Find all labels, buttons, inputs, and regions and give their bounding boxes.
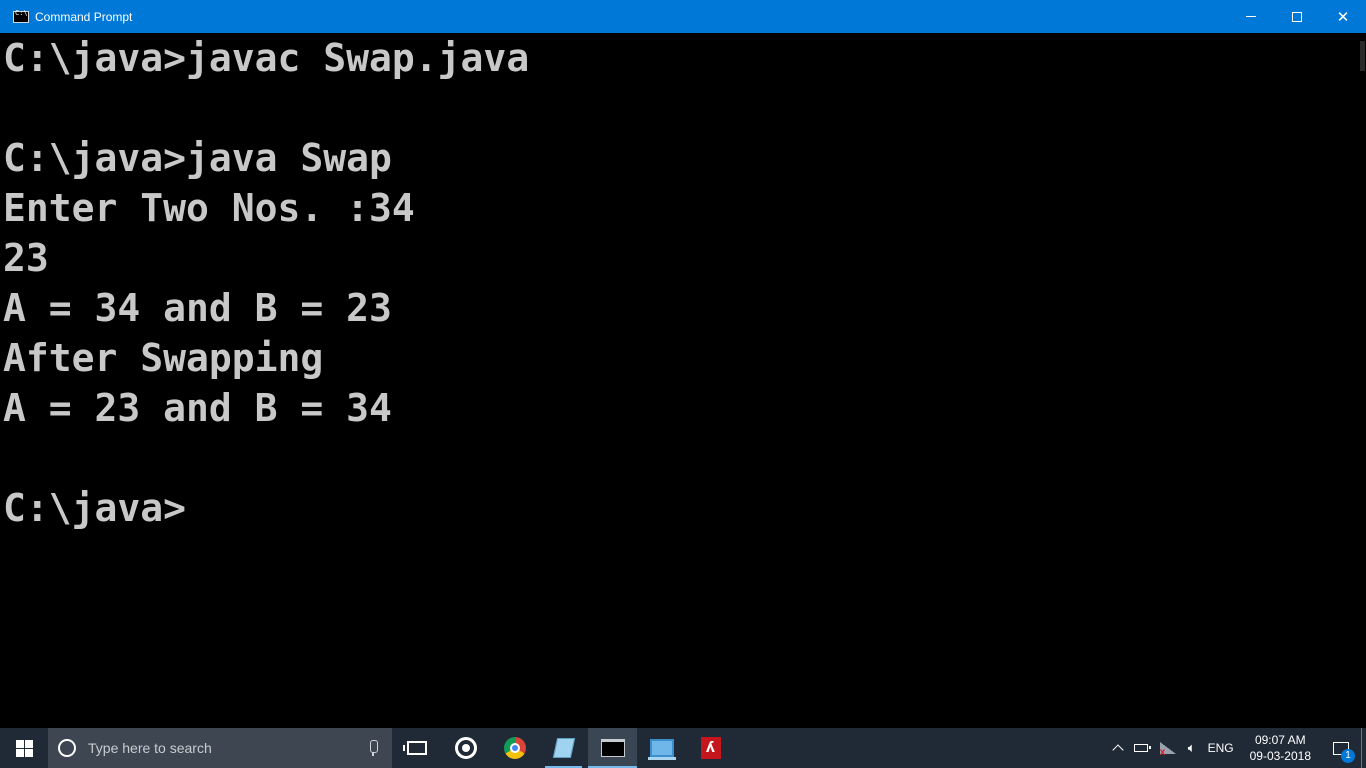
this-pc-icon — [647, 739, 676, 760]
taskbar-app-acrobat[interactable]: ʎ — [686, 728, 735, 768]
maximize-icon — [1292, 11, 1302, 22]
taskbar-app-this-pc[interactable] — [637, 728, 686, 768]
taskbar-app-command-prompt[interactable] — [588, 728, 637, 768]
battery-icon — [1133, 744, 1151, 752]
cortana-ring-icon — [454, 737, 477, 759]
taskbar-app-cortana[interactable] — [441, 728, 490, 768]
console-line: A = 34 and B = 23 — [3, 286, 392, 330]
minimize-icon — [1246, 16, 1256, 17]
close-icon: ✕ — [1336, 7, 1350, 26]
console-line: A = 23 and B = 34 — [3, 386, 392, 430]
scrollbar-thumb[interactable] — [1360, 41, 1365, 71]
maximize-button[interactable] — [1274, 0, 1320, 33]
window-title: Command Prompt — [35, 9, 133, 24]
notepad-icon — [552, 738, 575, 758]
taskbar-search-box[interactable]: Type here to search — [48, 728, 392, 768]
minimize-button[interactable] — [1228, 0, 1274, 33]
volume-button[interactable]: 🔈︎ — [1182, 728, 1202, 768]
console-line: 23 — [3, 236, 49, 280]
taskbar: Type here to search ʎ 🔈︎ ENG — [0, 728, 1366, 768]
language-indicator: ENG — [1207, 741, 1234, 755]
taskbar-app-notepad[interactable] — [539, 728, 588, 768]
microphone-icon[interactable] — [368, 740, 378, 756]
chrome-icon — [503, 737, 526, 759]
input-language-button[interactable]: ENG — [1202, 728, 1240, 768]
command-prompt-icon — [600, 739, 625, 757]
cortana-search-icon — [58, 739, 76, 757]
speaker-icon: 🔈︎ — [1187, 740, 1196, 755]
battery-button[interactable] — [1128, 728, 1154, 768]
close-button[interactable]: ✕ — [1320, 0, 1366, 33]
network-disconnected-icon — [1159, 742, 1176, 758]
start-button[interactable] — [0, 728, 48, 768]
search-placeholder: Type here to search — [88, 740, 212, 756]
system-tray: 🔈︎ ENG 09:07 AM 09-03-2018 1 — [1108, 728, 1366, 768]
command-prompt-icon — [13, 9, 29, 23]
console-line: After Swapping — [3, 336, 324, 380]
notification-count-badge: 1 — [1341, 749, 1355, 763]
chevron-up-icon — [1112, 744, 1124, 756]
console-line: C:\java>java Swap — [3, 136, 392, 180]
clock-time: 09:07 AM — [1254, 733, 1306, 747]
show-desktop-button[interactable] — [1361, 728, 1366, 768]
console-prompt[interactable]: C:\java> — [3, 483, 1358, 533]
network-button[interactable] — [1154, 728, 1182, 768]
task-view-icon — [402, 741, 427, 755]
vertical-scrollbar[interactable] — [1358, 33, 1366, 728]
window-controls: ✕ — [1228, 0, 1366, 33]
action-center-button[interactable]: 1 — [1321, 728, 1361, 768]
taskbar-app-chrome[interactable] — [490, 728, 539, 768]
windows-logo-icon — [15, 739, 33, 757]
clock-date: 09-03-2018 — [1249, 749, 1311, 763]
show-hidden-icons-button[interactable] — [1108, 728, 1128, 768]
task-view-button[interactable] — [392, 728, 441, 768]
console-line: C:\java>javac Swap.java — [3, 36, 530, 80]
acrobat-pdf-icon: ʎ — [700, 737, 721, 759]
window-titlebar[interactable]: Command Prompt ✕ — [0, 0, 1366, 33]
console-output[interactable]: C:\java>javac Swap.java C:\java>java Swa… — [0, 33, 1358, 728]
taskbar-clock[interactable]: 09:07 AM 09-03-2018 — [1240, 732, 1321, 764]
console-line: Enter Two Nos. :34 — [3, 186, 415, 230]
